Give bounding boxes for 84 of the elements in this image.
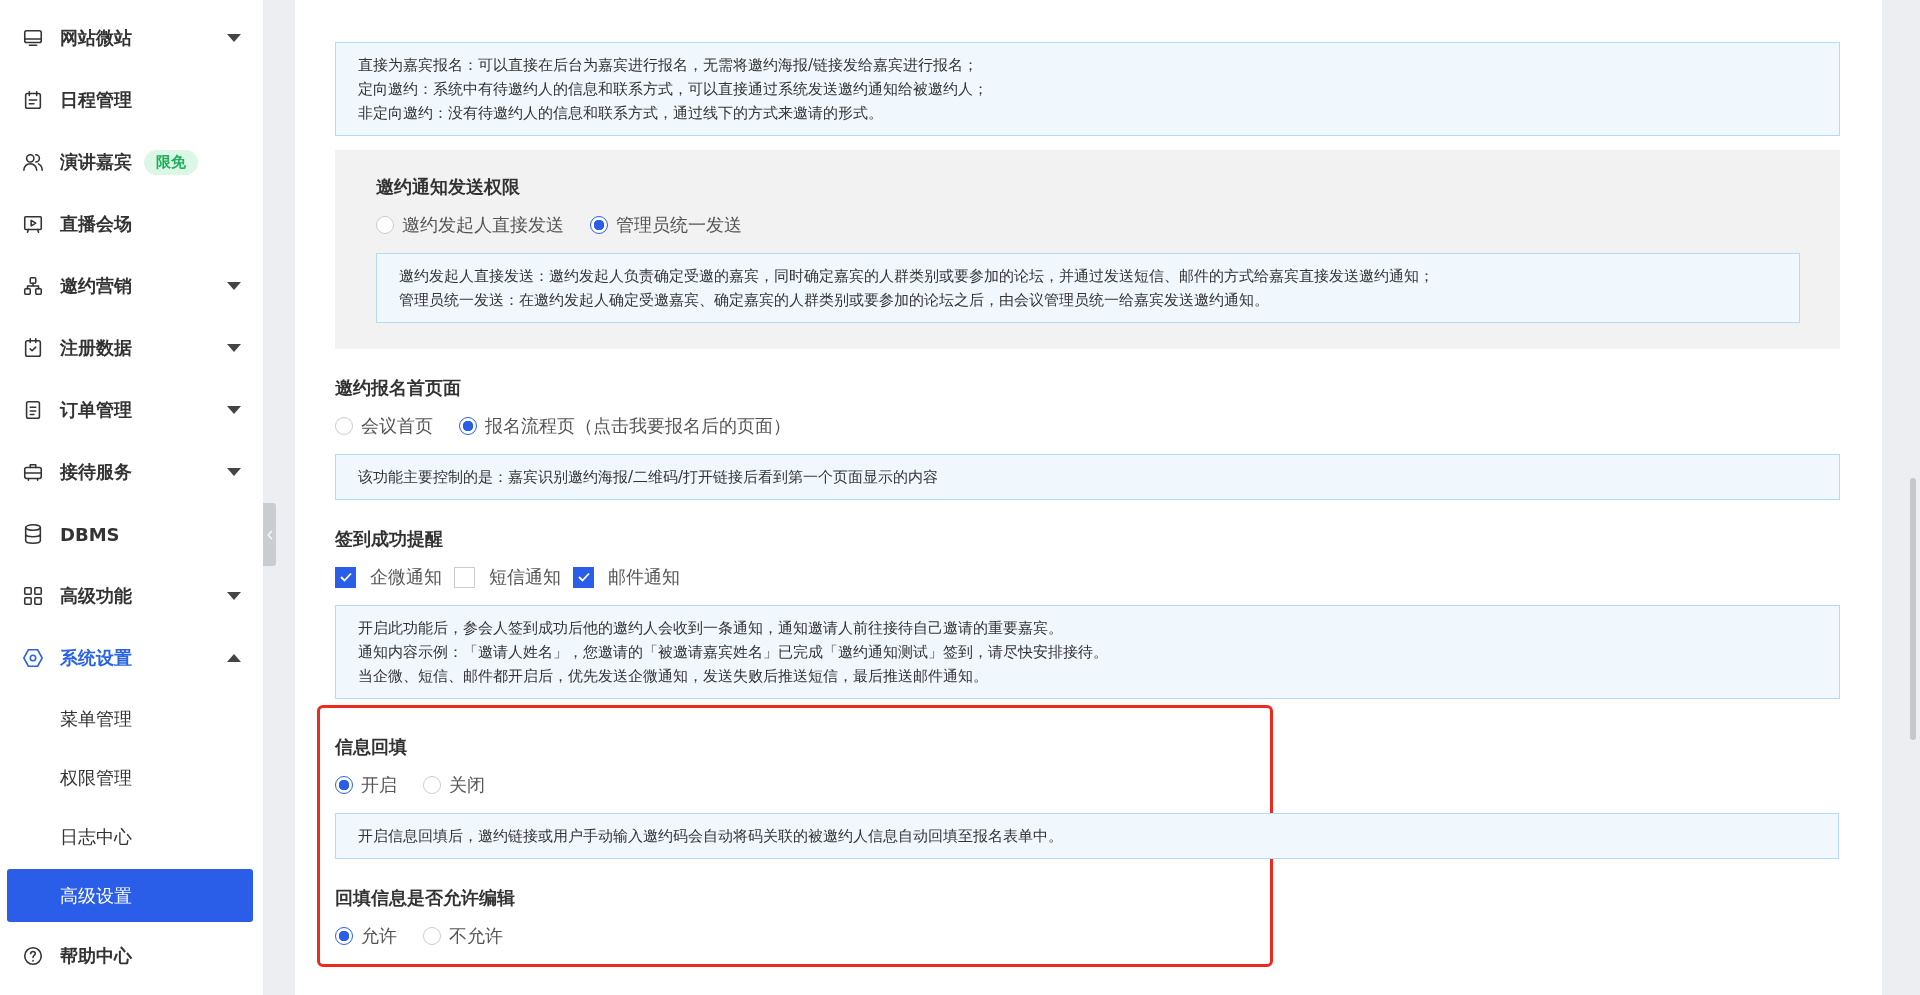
sidebar-item-label: 高级功能 <box>60 584 132 608</box>
sidebar-item-label: 订单管理 <box>60 398 132 422</box>
note-text: 开启此功能后，参会人签到成功后他的邀约人会收到一条通知，通知邀请人前往接待自己邀请的重要嘉宾。 <box>358 618 1064 639</box>
sidebar-item-label: 接待服务 <box>60 460 132 484</box>
sidebar-item-label: 直播会场 <box>60 212 132 236</box>
option-label: 管理员统一发送 <box>616 213 742 237</box>
sidebar-item[interactable]: DBMS <box>0 503 263 565</box>
note-text: 当企微、短信、邮件都开启后，优先发送企微通知，发送失败后推送短信，最后推送邮件通知。 <box>358 666 989 687</box>
grid-icon <box>22 585 44 607</box>
note-text: 管理员统一发送：在邀约发起人确定受邀嘉宾、确定嘉宾的人群类别或要参加的论坛之后，由会议管理员统一给嘉宾发送邀约通知。 <box>399 290 1270 311</box>
sidebar-item[interactable]: 邀约营销 <box>0 255 263 317</box>
sidebar-item-label: 系统设置 <box>60 646 132 670</box>
note-text: 邀约发起人直接发送：邀约发起人负责确定受邀的嘉宾，同时确定嘉宾的人群类别或要参加的论坛，并通过发送短信、邮件的方式给嘉宾直接发送邀约通知； <box>399 266 1435 287</box>
option-label: 不允许 <box>449 924 503 948</box>
sidebar-item[interactable]: 高级功能 <box>0 565 263 627</box>
sidebar-item-label: 邀约营销 <box>60 274 132 298</box>
monitor-icon <box>22 27 44 49</box>
note-text: 直接为嘉宾报名：可以直接在后台为嘉宾进行报名，无需将邀约海报/链接发给嘉宾进行报名； <box>358 55 980 76</box>
radio-option[interactable]: 允许 <box>335 924 397 948</box>
clipboard-icon <box>22 337 44 359</box>
radio-option[interactable]: 管理员统一发送 <box>590 213 742 237</box>
option-label: 关闭 <box>449 773 485 797</box>
section-title: 邀约报名首页面 <box>335 376 462 400</box>
checkbox[interactable] <box>573 566 594 588</box>
scrollbar-thumb[interactable] <box>1910 478 1916 740</box>
checkmark-icon <box>577 572 590 582</box>
checkbox-option[interactable]: 企微通知 <box>335 565 442 589</box>
sidebar-item-label: 网站微站 <box>60 26 132 50</box>
note-text: 该功能主要控制的是：嘉宾识别邀约海报/二维码/打开链接后看到第一个页面显示的内容 <box>358 467 940 488</box>
sidebar-item[interactable]: 网站微站 <box>0 7 263 69</box>
hex-icon <box>22 647 44 669</box>
radio-option[interactable]: 开启 <box>335 773 397 797</box>
note-text: 非定向邀约：没有待邀约人的信息和联系方式，通过线下的方式来邀请的形式。 <box>358 103 884 124</box>
option-label: 开启 <box>361 773 397 797</box>
sidebar-item[interactable]: 帮助中心 <box>0 925 263 987</box>
submenu-item[interactable]: 高级设置 <box>7 869 253 922</box>
checkbox-option[interactable]: 邮件通知 <box>573 565 680 589</box>
submenu-item[interactable]: 菜单管理 <box>0 689 256 748</box>
checkbox-option[interactable]: 短信通知 <box>454 565 561 589</box>
db-icon <box>22 523 44 545</box>
option-label: 会议首页 <box>361 414 433 438</box>
sidebar-item[interactable]: 订单管理 <box>0 379 263 441</box>
option-label: 允许 <box>361 924 397 948</box>
chevron-left-icon <box>266 529 273 540</box>
note-text: 定向邀约：系统中有待邀约人的信息和联系方式，可以直接通过系统发送邀约通知给被邀约人； <box>358 79 989 100</box>
help-icon <box>22 945 44 967</box>
collapse-handle[interactable] <box>263 503 276 566</box>
note-text: 通知内容示例：「邀请人姓名」，您邀请的「被邀请嘉宾姓名」已完成「邀约通知测试」签到，请尽快安排接待。 <box>358 642 1109 663</box>
radio-button[interactable] <box>459 417 477 435</box>
case-icon <box>22 461 44 483</box>
checkbox[interactable] <box>335 566 356 588</box>
note-text: 开启信息回填后，邀约链接或用户手动输入邀约码会自动将码关联的被邀约人信息自动回填至报名表单中。 <box>358 826 1064 847</box>
sidebar-item[interactable]: 直播会场 <box>0 193 263 255</box>
sidebar-item[interactable]: 日程管理 <box>0 69 263 131</box>
sidebar-item[interactable]: 系统设置 <box>0 627 263 689</box>
sidebar-item[interactable]: 演讲嘉宾 限免 <box>0 131 263 193</box>
radio-option[interactable]: 不允许 <box>423 924 503 948</box>
submenu-item[interactable]: 权限管理 <box>0 748 256 807</box>
option-label: 企微通知 <box>370 565 442 589</box>
calendar-icon <box>22 89 44 111</box>
radio-option[interactable]: 关闭 <box>423 773 485 797</box>
checkmark-icon <box>339 572 352 582</box>
play-icon <box>22 213 44 235</box>
sidebar-item-label: DBMS <box>60 523 120 545</box>
section-title: 回填信息是否允许编辑 <box>335 886 516 910</box>
option-label: 短信通知 <box>489 565 561 589</box>
sidebar-item-label: 帮助中心 <box>60 944 132 968</box>
radio-button[interactable] <box>590 216 608 234</box>
radio-option[interactable]: 会议首页 <box>335 414 433 438</box>
option-label: 邮件通知 <box>608 565 680 589</box>
free-badge: 限免 <box>144 149 198 175</box>
sidebar-item-label: 日程管理 <box>60 88 132 112</box>
section-title: 邀约通知发送权限 <box>376 175 521 199</box>
sidebar-item[interactable]: 注册数据 <box>0 317 263 379</box>
sidebar-item-label: 注册数据 <box>60 336 132 360</box>
sidebar-item-label: 演讲嘉宾 <box>60 150 132 174</box>
section-title: 签到成功提醒 <box>335 527 444 551</box>
radio-button[interactable] <box>335 776 353 794</box>
sidebar-item[interactable]: 接待服务 <box>0 441 263 503</box>
section-title: 信息回填 <box>335 735 408 759</box>
radio-button[interactable] <box>335 927 353 945</box>
sitemap-icon <box>22 275 44 297</box>
submenu-item[interactable]: 日志中心 <box>0 807 256 866</box>
users-icon <box>22 151 44 173</box>
